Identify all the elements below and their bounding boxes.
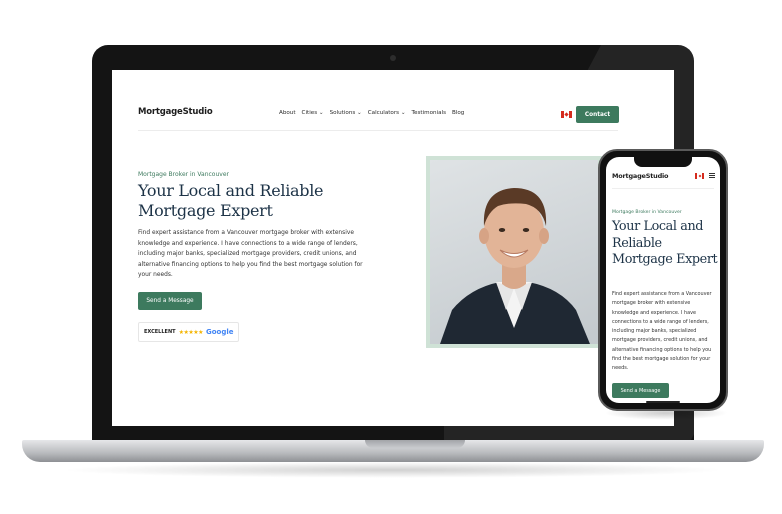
home-indicator (646, 401, 680, 403)
broker-portrait (430, 160, 598, 344)
nav-item-solutions[interactable]: Solutions ⌄ (330, 110, 362, 116)
laptop-base (22, 440, 764, 462)
mobile-hero-description: Find expert assistance from a Vancouver … (612, 291, 712, 372)
mobile-send-message-button[interactable]: Send a Message (612, 383, 669, 398)
mobile-hero-eyebrow: Mortgage Broker in Vancouver (612, 210, 682, 215)
site-header: MortgageStudio About Cities ⌄ Solutions … (112, 70, 674, 132)
mobile-site-logo[interactable]: MortgageStudio (612, 172, 669, 180)
nav-item-cities[interactable]: Cities ⌄ (302, 110, 324, 116)
star-rating-icon: ★★★★★ (178, 328, 204, 336)
nav-item-about[interactable]: About (279, 110, 296, 116)
hamburger-menu-icon[interactable] (709, 173, 715, 178)
nav-item-testimonials[interactable]: Testimonials (412, 110, 446, 116)
laptop-base-notch (365, 440, 465, 448)
review-rating-label: EXCELLENT (144, 329, 176, 335)
canada-flag-icon[interactable] (695, 173, 704, 179)
phone-notch (634, 157, 692, 167)
phone-device: MortgageStudio Mortgage Broker in Vancou… (598, 149, 728, 411)
google-logo: Google (205, 328, 234, 336)
portrait-frame (426, 156, 602, 348)
laptop-camera (390, 55, 396, 61)
hero-title: Your Local and Reliable Mortgage Expert (138, 181, 324, 220)
laptop-shadow (60, 462, 726, 478)
mobile-hero-title: Your Local and Reliable Mortgage Expert (612, 219, 718, 267)
laptop-screen: MortgageStudio About Cities ⌄ Solutions … (112, 70, 674, 426)
nav-item-blog[interactable]: Blog (452, 110, 464, 116)
hero-eyebrow: Mortgage Broker in Vancouver (138, 171, 229, 178)
hero-description: Find expert assistance from a Vancouver … (138, 230, 363, 278)
mobile-header-divider (612, 188, 714, 189)
nav-item-calculators[interactable]: Calculators ⌄ (368, 110, 406, 116)
main-nav: About Cities ⌄ Solutions ⌄ Calculators ⌄… (279, 110, 464, 116)
send-message-button[interactable]: Send a Message (138, 292, 202, 310)
site-logo[interactable]: MortgageStudio (138, 107, 213, 117)
broker-portrait-illustration (440, 188, 590, 344)
canada-flag-icon[interactable] (561, 111, 572, 118)
header-divider (138, 130, 618, 131)
google-review-badge[interactable]: EXCELLENT ★★★★★ Google (138, 322, 239, 342)
contact-button[interactable]: Contact (576, 106, 619, 123)
phone-screen: MortgageStudio Mortgage Broker in Vancou… (606, 157, 720, 403)
